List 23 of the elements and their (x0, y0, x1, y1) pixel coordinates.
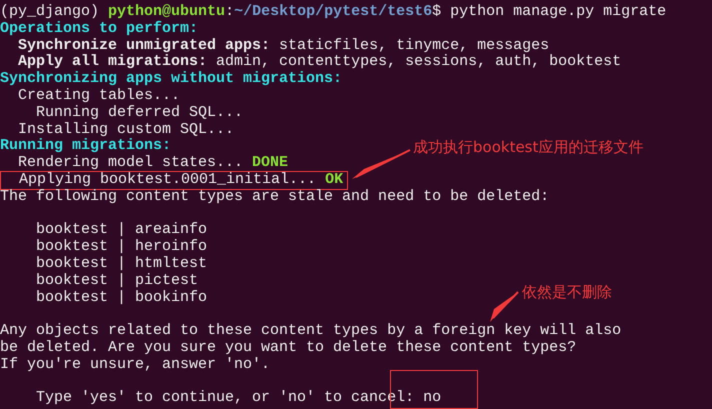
terminal-line: Creating tables... (17, 86, 180, 104)
arrow (490, 291, 519, 322)
terminal-line: Rendering model states... DONE (17, 154, 288, 172)
terminal-line: Operations to perform: (0, 20, 198, 37)
terminal-line: be deleted. Are you sure you want to delete these content types? (0, 338, 576, 356)
terminal-line: booktest | heroinfo (35, 238, 208, 256)
terminal-line: The following content types are stale and need to be deleted: (0, 188, 550, 205)
terminal-line: booktest | areainfo (35, 221, 208, 238)
terminal-line: Running migrations: (0, 137, 172, 154)
terminal-line: Any objects related to these content types by a foreign key will also (0, 322, 622, 340)
terminal-line: Synchronize unmigrated apps: staticfiles, tinymce, messages (17, 36, 550, 54)
annotation-label: 成功执行booktest应用的迁移文件 (413, 138, 644, 157)
terminal-line: booktest | htmltest (35, 254, 208, 272)
arrow (352, 149, 410, 179)
terminal-line: (py_django) python@ubuntu:~/Desktop/pytest/test6$ python manage.py migrate (0, 3, 666, 20)
terminal-line: If you're unsure, answer 'no'. (0, 356, 270, 373)
terminal-line: booktest | bookinfo (35, 288, 208, 306)
terminal-line: booktest | pictest (35, 272, 198, 289)
terminal-line: Apply all migrations: admin, contenttypes, sessions, auth, booktest (17, 53, 622, 70)
terminal-line: Running deferred SQL... (35, 104, 244, 121)
terminal-line: Synchronizing apps without migrations: (0, 70, 342, 88)
terminal-line: Installing custom SQL... (17, 120, 234, 138)
annotation-label: 依然是不删除 (522, 283, 612, 302)
